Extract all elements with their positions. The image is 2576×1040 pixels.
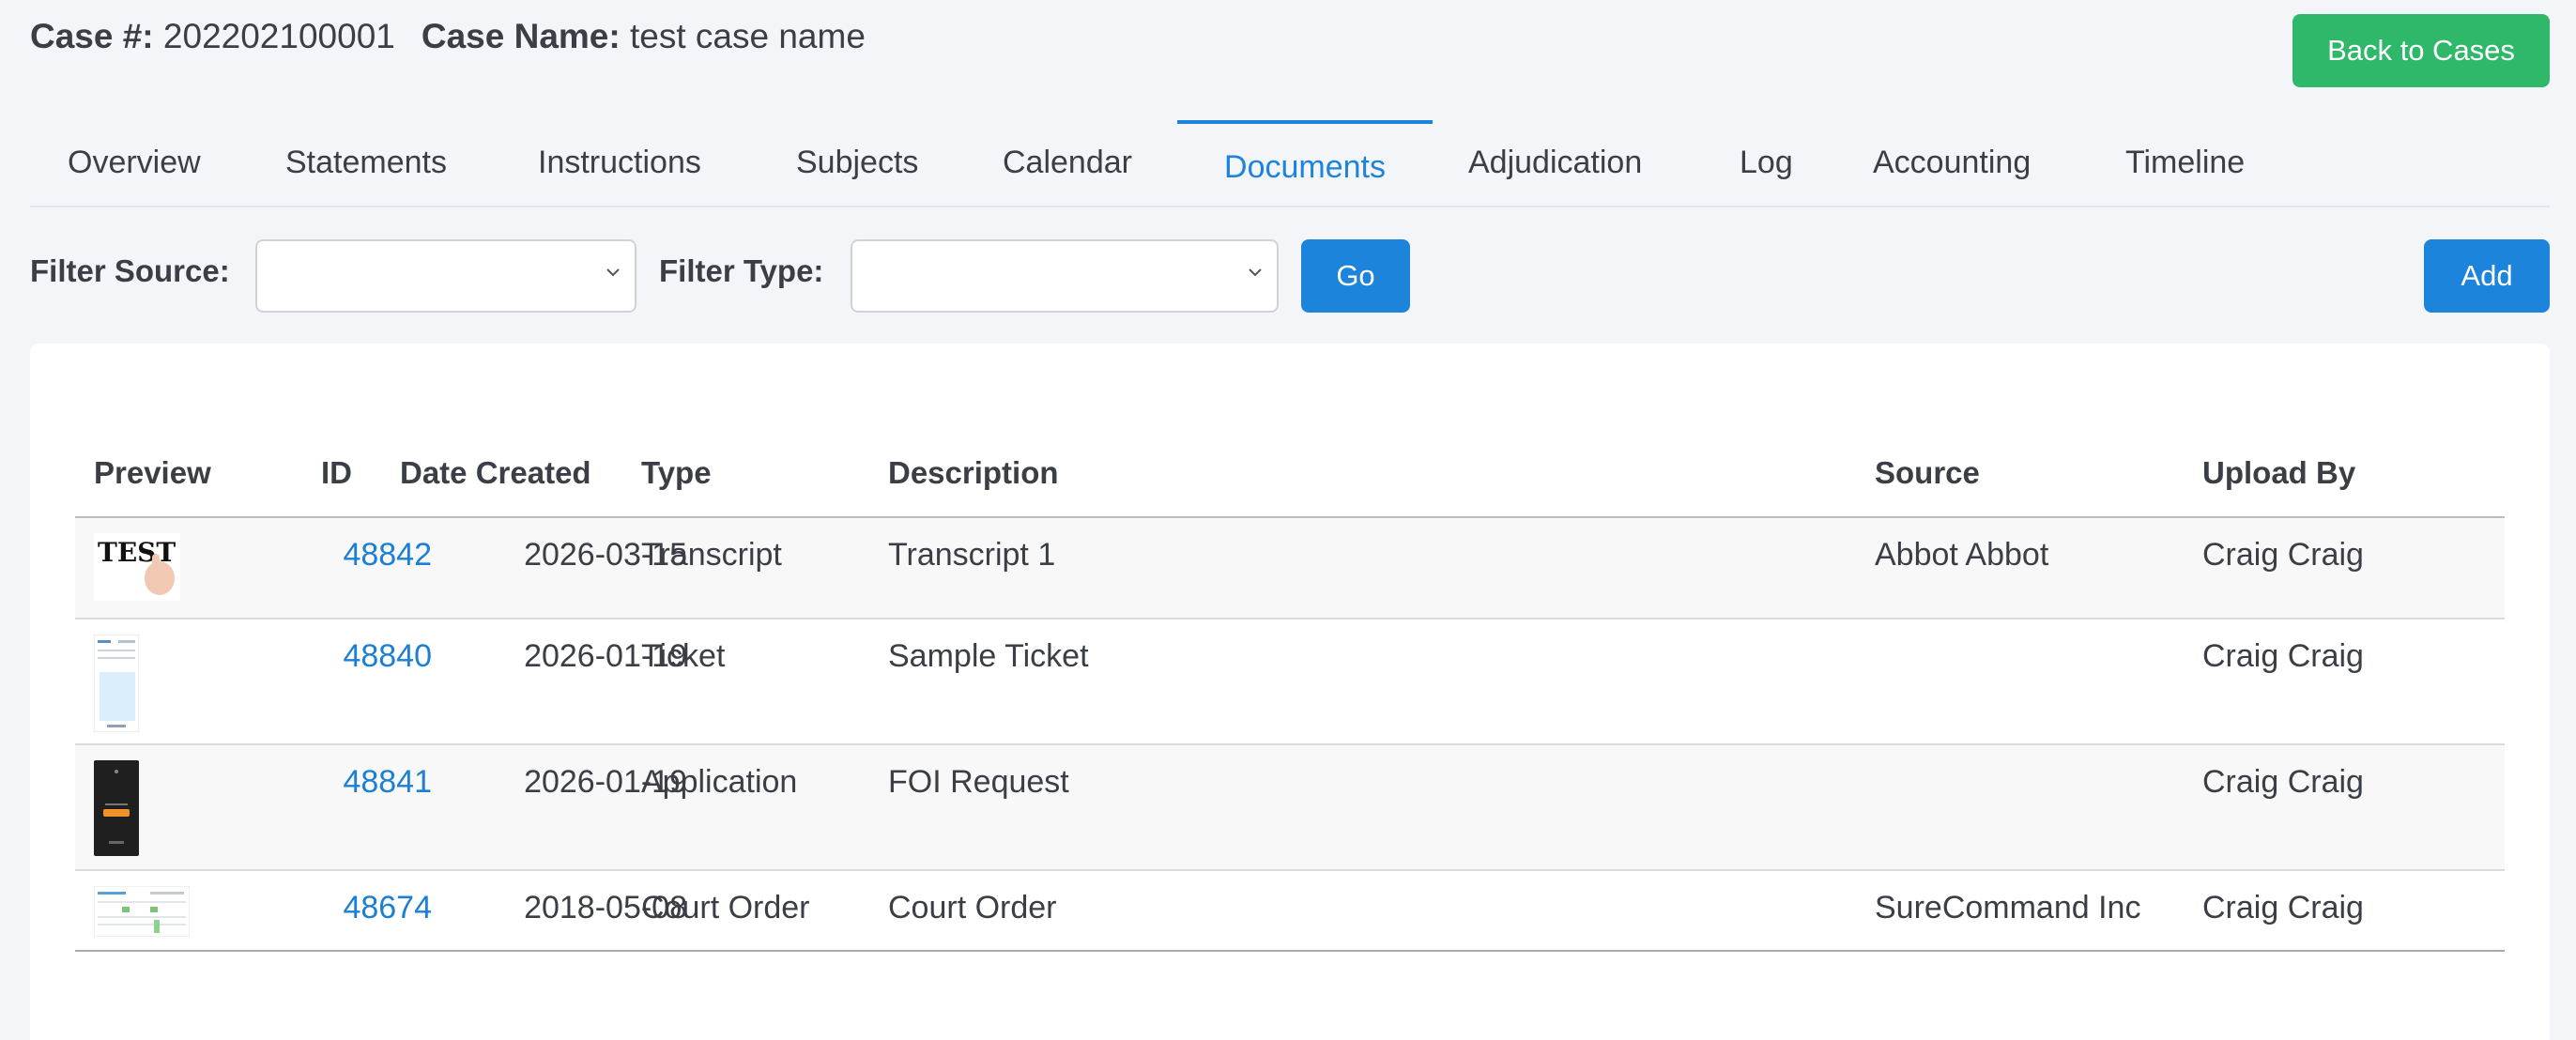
document-type: Court Order bbox=[641, 890, 810, 925]
filter-type-label: Filter Type: bbox=[659, 253, 824, 288]
upload-by: Craig Craig bbox=[2202, 764, 2364, 800]
tab-accounting[interactable]: Accounting bbox=[1873, 120, 2031, 206]
tab-calendar[interactable]: Calendar bbox=[1003, 120, 1132, 206]
col-header-id: ID bbox=[321, 455, 352, 490]
case-name: Case Name: test case name bbox=[421, 17, 866, 55]
document-id-link[interactable]: 48841 bbox=[343, 764, 432, 801]
add-document-button[interactable]: Add bbox=[2424, 239, 2550, 313]
document-type: Ticket bbox=[641, 638, 726, 674]
back-to-cases-button[interactable]: Back to Cases bbox=[2292, 14, 2550, 87]
col-header-preview: Preview bbox=[94, 455, 211, 490]
document-preview-thumbnail[interactable] bbox=[94, 886, 190, 937]
upload-by: Craig Craig bbox=[2202, 638, 2364, 674]
tab-documents[interactable]: Documents bbox=[1177, 120, 1433, 206]
chevron-down-icon bbox=[606, 268, 620, 277]
col-header-description: Description bbox=[888, 455, 1059, 490]
case-number: Case #: 202202100001 bbox=[30, 17, 395, 55]
tab-timeline[interactable]: Timeline bbox=[2125, 120, 2245, 206]
document-description: Sample Ticket bbox=[888, 638, 1089, 674]
tab-instructions[interactable]: Instructions bbox=[538, 120, 701, 206]
document-type: Transcript bbox=[641, 537, 782, 573]
col-header-source: Source bbox=[1875, 455, 1980, 490]
document-id-link[interactable]: 48674 bbox=[343, 890, 432, 926]
tab-subjects[interactable]: Subjects bbox=[796, 120, 918, 206]
tab-adjudication[interactable]: Adjudication bbox=[1468, 120, 1642, 206]
document-description: Court Order bbox=[888, 890, 1057, 925]
col-header-date: Date Created bbox=[400, 455, 591, 490]
document-type: Application bbox=[641, 764, 798, 800]
col-header-upload-by: Upload By bbox=[2202, 455, 2356, 490]
tab-log[interactable]: Log bbox=[1740, 120, 1793, 206]
upload-by: Craig Craig bbox=[2202, 890, 2364, 925]
document-preview-thumbnail[interactable] bbox=[94, 635, 139, 732]
document-preview-thumbnail[interactable] bbox=[94, 760, 139, 856]
upload-by: Craig Craig bbox=[2202, 537, 2364, 573]
document-preview-thumbnail[interactable]: TEST bbox=[94, 533, 180, 601]
chevron-down-icon bbox=[1249, 268, 1262, 277]
go-button[interactable]: Go bbox=[1301, 239, 1410, 313]
table-row: 48841 2026-01-19 Application FOI Request… bbox=[75, 745, 2505, 871]
tab-statements[interactable]: Statements bbox=[285, 120, 447, 206]
case-tabs: Overview Statements Instructions Subject… bbox=[30, 120, 2550, 207]
document-description: FOI Request bbox=[888, 764, 1069, 800]
filter-type-select[interactable] bbox=[851, 239, 1279, 313]
table-row: 48840 2026-01-19 Ticket Sample Ticket Cr… bbox=[75, 619, 2505, 745]
case-header: Case #: 202202100001 Case Name: test cas… bbox=[30, 17, 866, 56]
filter-source-label: Filter Source: bbox=[30, 253, 230, 288]
document-source: SureCommand Inc bbox=[1875, 890, 2141, 925]
document-id-link[interactable]: 48842 bbox=[343, 537, 432, 574]
document-description: Transcript 1 bbox=[888, 537, 1056, 573]
document-source: Abbot Abbot bbox=[1875, 537, 2049, 573]
tab-overview[interactable]: Overview bbox=[68, 120, 201, 206]
filter-source-select[interactable] bbox=[255, 239, 636, 313]
document-id-link[interactable]: 48840 bbox=[343, 638, 432, 675]
col-header-type: Type bbox=[641, 455, 712, 490]
table-row: TEST 48842 2026-03-15 Transcript Transcr… bbox=[75, 518, 2505, 619]
table-row: 48674 2018-05-08 Court Order Court Order… bbox=[75, 871, 2505, 952]
